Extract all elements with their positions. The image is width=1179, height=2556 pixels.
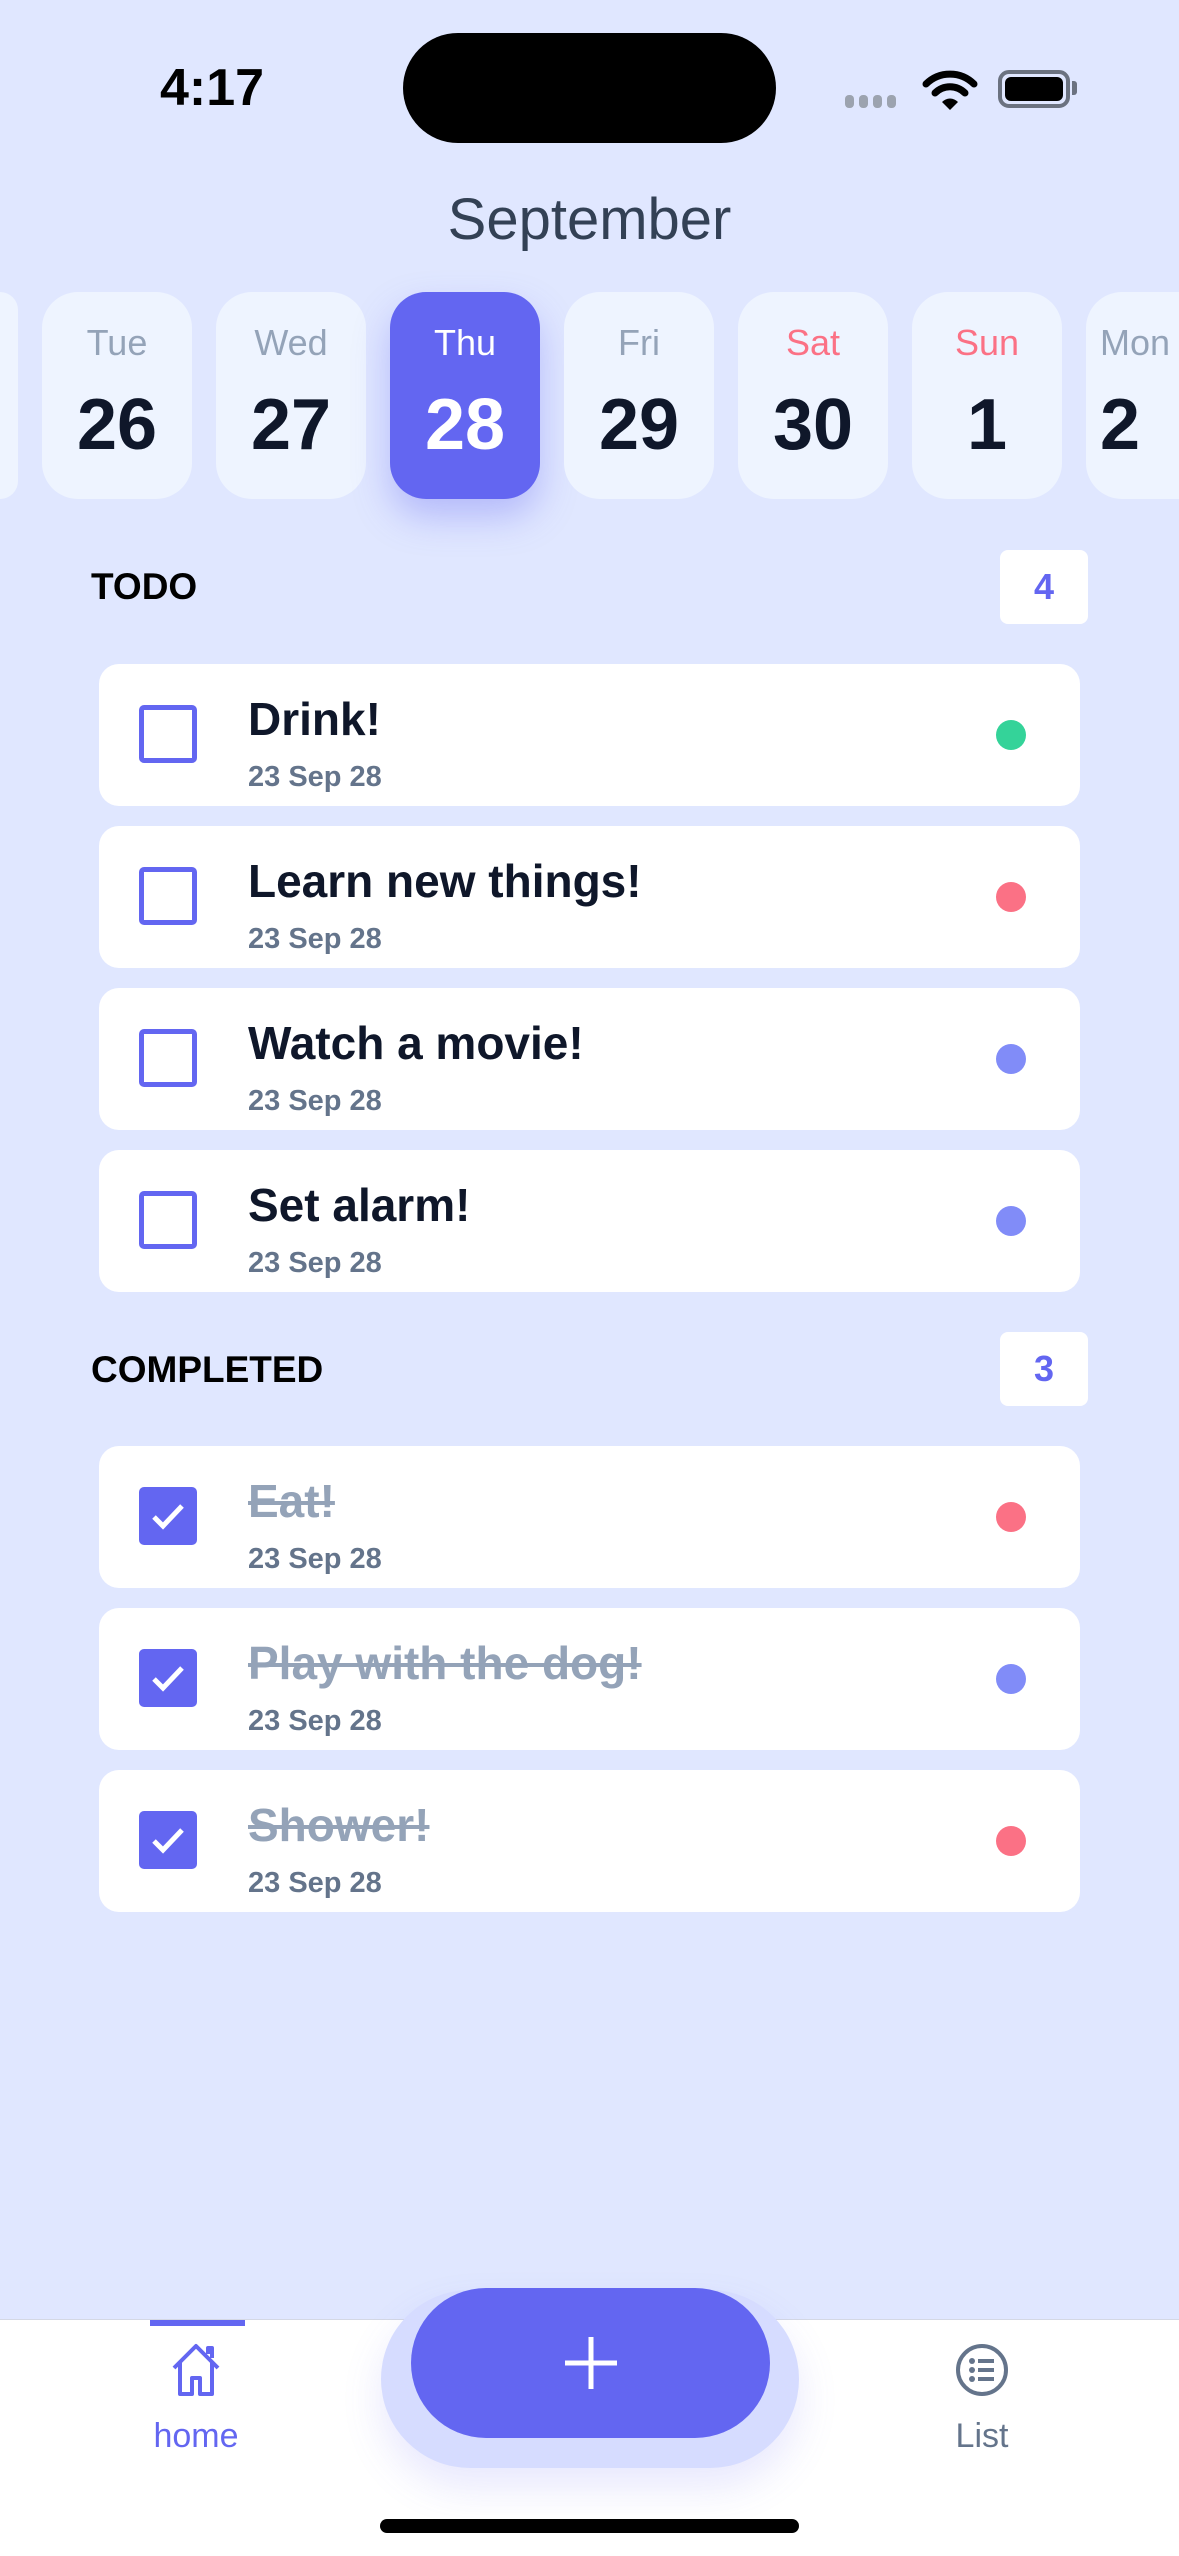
- battery-icon: [998, 70, 1070, 108]
- task-card[interactable]: Watch a movie! 23 Sep 28: [99, 988, 1080, 1130]
- completed-section-title: COMPLETED: [91, 1349, 324, 1390]
- day-wed[interactable]: Wed 27: [216, 292, 366, 499]
- task-title: Watch a movie!: [248, 1017, 584, 1069]
- wifi-icon: [922, 70, 978, 110]
- dynamic-island: [403, 33, 776, 143]
- task-card[interactable]: Shower! 23 Sep 28: [99, 1770, 1080, 1912]
- day-name: Sun: [954, 322, 1020, 363]
- day-name: Tue: [86, 322, 148, 363]
- tab-list-label: List: [955, 2417, 1009, 2455]
- day-date: 30: [772, 385, 854, 465]
- day-sat[interactable]: Sat 30: [738, 292, 888, 499]
- priority-dot: [996, 1826, 1026, 1856]
- todo-section-title: TODO: [91, 566, 198, 607]
- day-mon[interactable]: Mon 2: [1086, 292, 1179, 499]
- task-checkbox[interactable]: [139, 867, 197, 925]
- day-date: 2: [1100, 385, 1141, 465]
- day-name: Sat: [785, 322, 841, 363]
- cellular-signal-icon: [845, 95, 896, 108]
- task-checkbox[interactable]: [139, 1487, 197, 1545]
- active-tab-indicator: [150, 2320, 245, 2326]
- todo-count-badge: 4: [1000, 550, 1088, 624]
- day-sun[interactable]: Sun 1: [912, 292, 1062, 499]
- status-time: 4:17: [160, 59, 265, 117]
- task-title: Play with the dog!: [248, 1637, 642, 1689]
- home-indicator: [380, 2519, 799, 2533]
- task-checkbox[interactable]: [139, 1649, 197, 1707]
- day-date: 27: [250, 385, 332, 465]
- add-task-button[interactable]: [411, 2288, 770, 2438]
- task-date: 23 Sep 28: [248, 1543, 382, 1575]
- task-checkbox[interactable]: [139, 1029, 197, 1087]
- day-name: Thu: [433, 322, 497, 363]
- task-date: 23 Sep 28: [248, 761, 382, 793]
- task-checkbox[interactable]: [139, 1191, 197, 1249]
- checkmark-icon: [152, 1828, 184, 1854]
- task-checkbox[interactable]: [139, 1811, 197, 1869]
- list-icon: [956, 2344, 1008, 2396]
- battery-tip: [1072, 81, 1077, 95]
- day-fri[interactable]: Fri 29: [564, 292, 714, 499]
- task-date: 23 Sep 28: [248, 923, 382, 955]
- task-date: 23 Sep 28: [248, 1867, 382, 1899]
- task-title: Learn new things!: [248, 855, 642, 907]
- day-name: Fri: [618, 322, 660, 363]
- completed-count-badge: 3: [1000, 1332, 1088, 1406]
- task-date: 23 Sep 28: [248, 1085, 382, 1117]
- task-checkbox[interactable]: [139, 705, 197, 763]
- tab-home-label: home: [153, 2417, 239, 2455]
- task-card[interactable]: Eat! 23 Sep 28: [99, 1446, 1080, 1588]
- tab-home[interactable]: home: [96, 2340, 296, 2456]
- priority-dot: [996, 1206, 1026, 1236]
- day-thu[interactable]: Thu 28: [390, 292, 540, 499]
- task-card[interactable]: Set alarm! 23 Sep 28: [99, 1150, 1080, 1292]
- task-title: Set alarm!: [248, 1179, 471, 1231]
- task-card[interactable]: Drink! 23 Sep 28: [99, 664, 1080, 806]
- day-date: 28: [424, 385, 506, 465]
- plus-icon: [564, 2337, 617, 2389]
- priority-dot: [996, 882, 1026, 912]
- task-card[interactable]: Play with the dog! 23 Sep 28: [99, 1608, 1080, 1750]
- task-card[interactable]: Learn new things! 23 Sep 28: [99, 826, 1080, 968]
- task-title: Drink!: [248, 693, 381, 745]
- day-name: Wed: [254, 322, 328, 363]
- day-name: Mon: [1100, 322, 1171, 363]
- day-date: 29: [598, 385, 680, 465]
- task-date: 23 Sep 28: [248, 1247, 382, 1279]
- checkmark-icon: [152, 1666, 184, 1692]
- checkmark-icon: [152, 1504, 184, 1530]
- day-prev[interactable]: [0, 292, 18, 499]
- day-date: 1: [966, 385, 1008, 465]
- priority-dot: [996, 1502, 1026, 1532]
- day-tue[interactable]: Tue 26: [42, 292, 192, 499]
- task-title: Eat!: [248, 1475, 335, 1527]
- day-date: 26: [76, 385, 158, 465]
- tab-list[interactable]: List: [882, 2340, 1082, 2456]
- priority-dot: [996, 1664, 1026, 1694]
- task-title: Shower!: [248, 1799, 430, 1851]
- month-title: September: [447, 187, 732, 252]
- task-date: 23 Sep 28: [248, 1705, 382, 1737]
- priority-dot: [996, 720, 1026, 750]
- priority-dot: [996, 1044, 1026, 1074]
- home-icon: [172, 2344, 220, 2396]
